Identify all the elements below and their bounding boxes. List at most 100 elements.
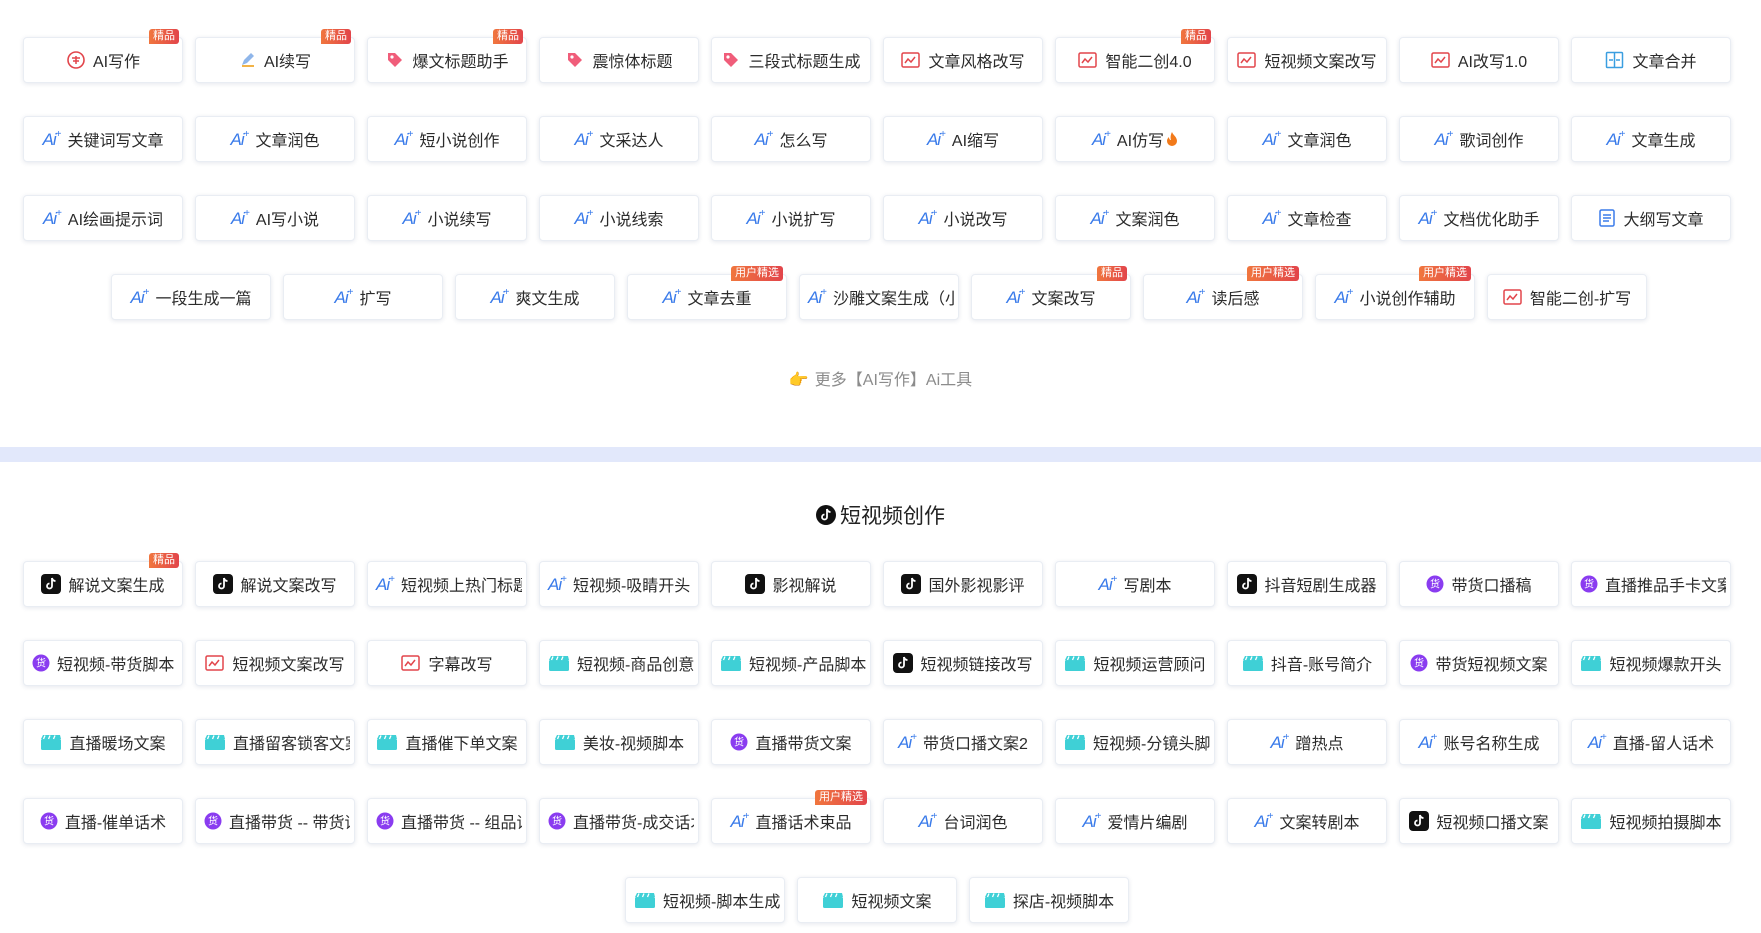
ai-writing-tool-card[interactable]: Ai+ 文章生成	[1571, 116, 1731, 162]
ai-icon: Ai+	[1606, 128, 1626, 149]
short-video-tool-card[interactable]: 短视频文案	[797, 877, 957, 923]
ai-writing-tool-card[interactable]: Ai+ AI缩写	[883, 116, 1043, 162]
tool-card-label: 台词润色	[943, 815, 1008, 832]
short-video-tool-card[interactable]: 货直播推品手卡文案	[1571, 561, 1731, 607]
ai-writing-tool-card[interactable]: Ai+ 小说续写	[367, 195, 527, 241]
ai-icon: Ai+	[898, 731, 917, 752]
short-video-tool-card[interactable]: 货直播带货 -- 组品话术	[367, 798, 527, 844]
short-video-tool-card[interactable]: 短视频文案改写	[195, 640, 355, 686]
rewrite-icon	[401, 654, 421, 672]
short-video-tool-card[interactable]: 货带货短视频文案	[1399, 640, 1559, 686]
ai-writing-tool-card[interactable]: Ai+ 文章润色	[195, 116, 355, 162]
short-video-tool-card[interactable]: Ai+ 台词润色	[883, 798, 1043, 844]
ai-writing-tool-card[interactable]: Ai+ 文档优化助手	[1399, 195, 1559, 241]
short-video-tool-card[interactable]: 短视频运营顾问	[1055, 640, 1215, 686]
short-video-tool-card[interactable]: 解说文案改写	[195, 561, 355, 607]
tool-card-label: 蹭热点	[1295, 736, 1344, 753]
short-video-tool-card[interactable]: 直播催下单文案	[367, 719, 527, 765]
short-video-tool-card[interactable]: 短视频爆款开头	[1571, 640, 1731, 686]
short-video-tool-card[interactable]: 直播暖场文案	[23, 719, 183, 765]
short-video-tool-card[interactable]: 国外影视影评	[883, 561, 1043, 607]
tool-card-label: 写剧本	[1123, 578, 1172, 595]
short-video-tool-card[interactable]: Ai+ 爱情片编剧	[1055, 798, 1215, 844]
ai-icon: Ai+	[1418, 207, 1438, 228]
ai-writing-tool-card[interactable]: Ai+ AI绘画提示词	[23, 195, 183, 241]
short-video-tool-card[interactable]: 货直播带货-成交话术	[539, 798, 699, 844]
short-video-tool-card[interactable]: Ai+ 带货口播文案2	[883, 719, 1043, 765]
ai-writing-tool-card[interactable]: Ai+ 文章润色	[1227, 116, 1387, 162]
ai-writing-tool-card[interactable]: Ai+ 关键词写文章	[23, 116, 183, 162]
ai-writing-tool-card[interactable]: 文章合并	[1571, 37, 1731, 83]
tool-card-label: 直播带货 -- 组品话术	[401, 815, 522, 832]
ai-writing-tool-card[interactable]: Ai+ 小说改写	[883, 195, 1043, 241]
short-video-tool-card[interactable]: 抖音短剧生成器	[1227, 561, 1387, 607]
short-video-tool-card[interactable]: Ai+ 写剧本	[1055, 561, 1215, 607]
card-badge: 用户精选	[815, 790, 867, 805]
ai-writing-tool-card[interactable]: Ai+ 文案润色	[1055, 195, 1215, 241]
short-video-tool-card[interactable]: 短视频-产品脚本	[711, 640, 871, 686]
ai-writing-tool-card[interactable]: Ai+ 文章检查	[1227, 195, 1387, 241]
ai-writing-tool-card[interactable]: 短视频文案改写	[1227, 37, 1387, 83]
short-video-tool-card[interactable]: 美妆-视频脚本	[539, 719, 699, 765]
short-video-tool-card[interactable]: 货直播-催单话术	[23, 798, 183, 844]
ai-icon: Ai+	[376, 573, 395, 594]
ai-writing-tool-card[interactable]: 智能二创-扩写	[1487, 274, 1647, 320]
short-video-tool-card[interactable]: 短视频链接改写	[883, 640, 1043, 686]
short-video-tool-card[interactable]: 货直播带货 -- 带货话术	[195, 798, 355, 844]
ai-writing-tool-card[interactable]: Ai+ 沙雕文案生成（小	[799, 274, 959, 320]
tool-card-label: 震惊体标题	[592, 54, 673, 71]
short-video-tool-card[interactable]: Ai+ 直播-留人话术	[1571, 719, 1731, 765]
short-video-tool-card[interactable]: Ai+ 蹭热点	[1227, 719, 1387, 765]
ai-writing-tool-card[interactable]: AI改写1.0	[1399, 37, 1559, 83]
clapper-icon	[1242, 654, 1264, 672]
tiktok-icon	[213, 574, 234, 594]
short-video-tool-card[interactable]: 直播留客锁客文案	[195, 719, 355, 765]
svg-text:货: 货	[208, 815, 218, 828]
ai-writing-tool-card[interactable]: Ai+ 小说扩写	[711, 195, 871, 241]
ai-writing-tool-card[interactable]: 文章风格改写	[883, 37, 1043, 83]
short-video-tool-card[interactable]: 抖音-账号简介	[1227, 640, 1387, 686]
ai-writing-tool-card[interactable]: Ai+ AI仿写	[1055, 116, 1215, 162]
ai-writing-tool-card[interactable]: Ai+ 歌词创作	[1399, 116, 1559, 162]
ai-writing-tool-card[interactable]: Ai+ 怎么写	[711, 116, 871, 162]
ai-writing-tool-card[interactable]: Ai+ 扩写	[283, 274, 443, 320]
short-video-tool-card[interactable]: Ai+ 文案转剧本	[1227, 798, 1387, 844]
ai-writing-tool-card[interactable]: Ai+ 短小说创作	[367, 116, 527, 162]
rewrite-icon	[205, 654, 225, 672]
short-video-tool-card[interactable]: 货带货口播稿	[1399, 561, 1559, 607]
ai-writing-tool-card[interactable]: 震惊体标题	[539, 37, 699, 83]
tool-card-label: 文档优化助手	[1443, 212, 1540, 229]
short-video-tool-card[interactable]: Ai+ 短视频上热门标题	[367, 561, 527, 607]
short-video-tool-card[interactable]: Ai+ 账号名称生成	[1399, 719, 1559, 765]
ai-writing-tool-card[interactable]: 大纲写文章	[1571, 195, 1731, 241]
ai-writing-tool-card[interactable]: 三段式标题生成	[711, 37, 871, 83]
more-ai-writing-link[interactable]: 👉 更多【AI写作】Ai工具	[0, 366, 1761, 390]
card-badge: 精品	[1097, 266, 1127, 281]
rewrite-icon	[1237, 51, 1257, 69]
ai-writing-tool-card[interactable]: Ai+ 爽文生成	[455, 274, 615, 320]
ai-writing-tool-card[interactable]: Ai+ 文采达人	[539, 116, 699, 162]
short-video-tool-card[interactable]: 影视解说	[711, 561, 871, 607]
short-video-tool-card[interactable]: 货直播带货文案	[711, 719, 871, 765]
tool-card-label: 小说创作辅助	[1359, 291, 1456, 308]
ai-writing-tool-card[interactable]: Ai+ AI写小说	[195, 195, 355, 241]
short-video-tool-card[interactable]: 字幕改写	[367, 640, 527, 686]
short-video-tool-card[interactable]: 短视频口播文案	[1399, 798, 1559, 844]
short-video-tool-card[interactable]: 货短视频-带货脚本	[23, 640, 183, 686]
ai-writing-tool-card[interactable]: Ai+ 小说线索	[539, 195, 699, 241]
short-video-tool-card[interactable]: Ai+ 短视频-吸睛开头	[539, 561, 699, 607]
ai-writing-tool-card[interactable]: Ai+ 一段生成一篇	[111, 274, 271, 320]
clapper-icon	[548, 654, 570, 672]
tool-card-label: 文章风格改写	[928, 54, 1025, 71]
tool-card-label: 短视频-商品创意	[577, 657, 694, 674]
short-video-tool-card[interactable]: 短视频-分镜头脚本	[1055, 719, 1215, 765]
tool-card-label: 小说线索	[599, 212, 664, 229]
tool-card-label: 带货口播文案2	[923, 736, 1028, 753]
short-video-tool-card[interactable]: 短视频拍摄脚本	[1571, 798, 1731, 844]
tool-card-label: 大纲写文章	[1623, 212, 1704, 229]
tool-card-label: 带货口播稿	[1451, 578, 1532, 595]
short-video-tool-card[interactable]: 短视频-脚本生成	[625, 877, 785, 923]
ai-icon: Ai+	[402, 207, 422, 228]
short-video-tool-card[interactable]: 短视频-商品创意	[539, 640, 699, 686]
short-video-tool-card[interactable]: 探店-视频脚本	[969, 877, 1129, 923]
